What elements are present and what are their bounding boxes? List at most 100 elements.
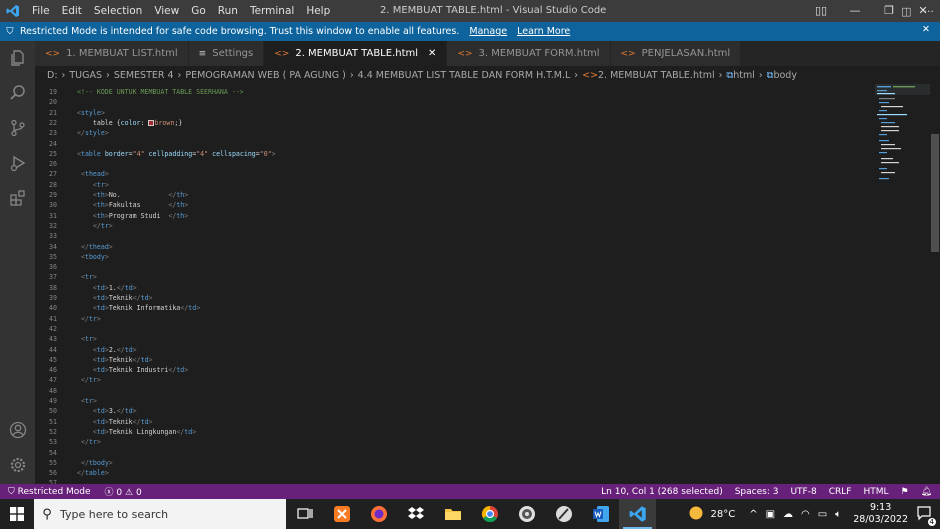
breadcrumb-item[interactable]: 2. MEMBUAT TABLE.html xyxy=(598,70,715,81)
source-control-icon[interactable] xyxy=(0,113,35,143)
split-editor-icon[interactable]: ◫ xyxy=(901,5,911,18)
volume-icon[interactable]: 🔈︎ xyxy=(835,509,841,520)
clock[interactable]: 9:13 28/03/2022 xyxy=(845,502,916,526)
vscode-logo-icon[interactable] xyxy=(0,4,26,18)
code-line[interactable]: 51 <td>Teknik</td> xyxy=(35,417,875,427)
menu-run[interactable]: Run xyxy=(212,5,244,17)
minimap[interactable] xyxy=(875,84,930,484)
code-line[interactable]: 22 table {color: brown;} xyxy=(35,118,875,128)
breadcrumb-item[interactable]: TUGAS xyxy=(69,70,102,81)
tab-2-membuat-table-html[interactable]: <> 2. MEMBUAT TABLE.html ✕ xyxy=(264,41,448,66)
code-line[interactable]: 48 xyxy=(35,386,875,396)
tab-penjelasan-html[interactable]: <> PENJELASAN.html xyxy=(610,41,742,66)
code-line[interactable]: 36 xyxy=(35,262,875,272)
breadcrumb-item[interactable]: html xyxy=(733,70,755,81)
code-line[interactable]: 41 </tr> xyxy=(35,314,875,324)
tab-3-membuat-form-html[interactable]: <> 3. MEMBUAT FORM.html xyxy=(447,41,611,66)
dropbox-icon[interactable] xyxy=(397,499,434,529)
code-line[interactable]: 28 <tr> xyxy=(35,180,875,190)
task-view-icon[interactable] xyxy=(286,499,323,529)
word-icon[interactable] xyxy=(582,499,619,529)
code-line[interactable]: 34 </thead> xyxy=(35,242,875,252)
code-line[interactable]: 42 xyxy=(35,324,875,334)
layout-icon[interactable]: ▯▯ xyxy=(804,0,838,22)
menu-terminal[interactable]: Terminal xyxy=(244,5,300,17)
menu-go[interactable]: Go xyxy=(185,5,212,17)
menu-file[interactable]: File xyxy=(26,5,56,17)
code-line[interactable]: 30 <th>Fakultas </th> xyxy=(35,200,875,210)
code-line[interactable]: 27 <thead> xyxy=(35,169,875,179)
encoding[interactable]: UTF-8 xyxy=(790,487,816,497)
manage-link[interactable]: Manage xyxy=(469,26,507,37)
code-line[interactable]: 33 xyxy=(35,231,875,241)
run-debug-icon[interactable] xyxy=(0,148,35,178)
cursor-position[interactable]: Ln 10, Col 1 (268 selected) xyxy=(601,487,723,497)
scrollbar-thumb[interactable] xyxy=(931,134,939,252)
code-line[interactable]: 37 <tr> xyxy=(35,272,875,282)
weather-sun-icon[interactable] xyxy=(688,505,704,524)
tray-app-icon[interactable]: ▣ xyxy=(766,509,775,520)
taskbar-search-box[interactable]: ⚲ Type here to search xyxy=(34,499,286,529)
code-line[interactable]: 56 </table> xyxy=(35,468,875,478)
tray-chevron-up-icon[interactable]: ^ xyxy=(749,509,757,520)
learn-more-link[interactable]: Learn More xyxy=(517,26,570,37)
code-line[interactable]: 47 </tr> xyxy=(35,375,875,385)
code-line[interactable]: 50 <td>3.</td> xyxy=(35,406,875,416)
feedback-icon[interactable]: ⚑ xyxy=(900,487,908,497)
breadcrumb-item[interactable]: 4.4 MEMBUAT LIST TABLE DAN FORM H.T.M.L xyxy=(358,70,571,81)
battery-icon[interactable]: ▭ xyxy=(818,509,827,520)
code-line[interactable]: 39 <td>Teknik</td> xyxy=(35,293,875,303)
code-line[interactable]: 44 <td>2.</td> xyxy=(35,345,875,355)
xampp-icon[interactable] xyxy=(323,499,360,529)
code-line[interactable]: 52 <td>Teknik Lingkungan</td> xyxy=(35,427,875,437)
tab-settings[interactable]: ≡ Settings xyxy=(188,41,265,66)
menu-selection[interactable]: Selection xyxy=(88,5,148,17)
code-line[interactable]: 24 xyxy=(35,139,875,149)
code-line[interactable]: 40 <td>Teknik Informatika</td> xyxy=(35,303,875,313)
code-line[interactable]: 38 <td>1.</td> xyxy=(35,283,875,293)
tab-close-icon[interactable]: ✕ xyxy=(428,48,436,59)
explorer-icon[interactable] xyxy=(0,43,35,73)
windows-start-icon[interactable] xyxy=(0,499,34,529)
language-mode[interactable]: HTML xyxy=(863,487,888,497)
code-line[interactable]: 21 <style> xyxy=(35,108,875,118)
file-explorer-icon[interactable] xyxy=(434,499,471,529)
code-line[interactable]: 31 <th>Program Studi </th> xyxy=(35,211,875,221)
code-line[interactable]: 53 </tr> xyxy=(35,437,875,447)
code-line[interactable]: 20 xyxy=(35,97,875,107)
minimize-button[interactable]: — xyxy=(838,0,872,22)
temperature[interactable]: 28°C xyxy=(710,509,735,520)
indentation[interactable]: Spaces: 3 xyxy=(735,487,779,497)
more-actions-icon[interactable]: ··· xyxy=(924,5,935,18)
code-line[interactable]: 46 <td>Teknik Industri</td> xyxy=(35,365,875,375)
vscode-taskbar-icon[interactable] xyxy=(619,499,656,529)
menu-edit[interactable]: Edit xyxy=(56,5,88,17)
code-line[interactable]: 54 xyxy=(35,448,875,458)
code-line[interactable]: 25 <table border="4" cellpadding="4" cell… xyxy=(35,149,875,159)
banner-close-icon[interactable]: ✕ xyxy=(922,24,930,35)
restricted-mode-status[interactable]: ⛉ Restricted Mode xyxy=(8,487,91,497)
code-editor[interactable]: 19 <!-- KODE UNTUK MEMBUAT TABLE SEERHANA… xyxy=(35,84,875,484)
code-line[interactable]: 55 </tbody> xyxy=(35,458,875,468)
search-icon[interactable] xyxy=(0,78,35,108)
extensions-icon[interactable] xyxy=(0,183,35,213)
chrome-icon[interactable] xyxy=(471,499,508,529)
code-line[interactable]: 32 </tr> xyxy=(35,221,875,231)
breadcrumb-item[interactable]: body xyxy=(773,70,797,81)
code-line[interactable]: 29 <th>No. </th> xyxy=(35,190,875,200)
vertical-scrollbar[interactable] xyxy=(930,84,940,484)
media-app-icon[interactable] xyxy=(508,499,545,529)
breadcrumb-item[interactable]: D: xyxy=(47,70,58,81)
menu-help[interactable]: Help xyxy=(300,5,336,17)
code-line[interactable]: 49 <tr> xyxy=(35,396,875,406)
code-line[interactable]: 45 <td>Teknik</td> xyxy=(35,355,875,365)
account-icon[interactable] xyxy=(0,415,35,445)
settings-gear-icon[interactable] xyxy=(0,450,35,480)
wifi-icon[interactable]: ◠ xyxy=(801,509,810,520)
menu-view[interactable]: View xyxy=(148,5,185,17)
tab-1-membuat-list-html[interactable]: <> 1. MEMBUAT LIST.html xyxy=(35,41,189,66)
inkscape-icon[interactable] xyxy=(545,499,582,529)
code-line[interactable]: 26 xyxy=(35,159,875,169)
problems-status[interactable]: ⓧ 0 ⚠ 0 xyxy=(105,485,142,498)
end-of-line[interactable]: CRLF xyxy=(829,487,852,497)
